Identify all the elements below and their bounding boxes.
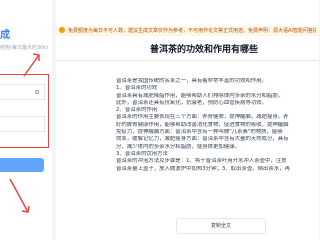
annotation-arrow-up-icon [23, 53, 40, 77]
document-line: 普洱茶的冲泡方法及步骤是：1、将干普洱茶叶用开水冲入茶壶中，注意 [116, 158, 287, 165]
document-line: 免疫力，提神醒脑方面：普洱茶中含有一种叫做"儿茶素"的物质，能够 [116, 129, 283, 136]
document-line: 1、普洱茶的功效 [116, 85, 158, 92]
document-line: 3、普洱茶的饮用方法 [116, 150, 168, 157]
document-line: 普洱茶是我国传统的名茶之一，具有着非常丰富的功效和作用。 [116, 78, 267, 84]
document-line: 普洱茶具有减肥降脂作用，能够帮助人们排除体内多余的水分和脂肪， [116, 92, 284, 99]
generate-button[interactable] [0, 158, 44, 172]
document-line: 普洱茶量上盖子，放入微波炉中加热3分钟；3、取出茶壶，倒出茶水，再 [116, 165, 290, 172]
document-body[interactable]: 普洱茶是我国传统的名茶之一，具有着非常丰富的功效和作用。 1、普洱茶的功效 普洱茶具… [116, 78, 316, 173]
document-line: 此外，普洱茶还具有抗氧化，抗衰老，预防心血管疾病等功效。 [116, 99, 267, 106]
document-line: 分，减少体内的多余水分和脂肪，使身体更加健康。 [116, 143, 240, 150]
warning-icon [59, 27, 65, 33]
document-line: 好的脾胃健康作用，能够帮助改善消化食物，促进食物的吸收，提神醒脑 [116, 121, 289, 128]
document-line: 普洱茶的作用主要表现在三个方面：养胃健脾，提神醒脑，减肥瘦身。养 [116, 114, 289, 121]
annotation-arrow-down-icon [9, 178, 30, 213]
notice-text: 免费额度为每日不可人数，建议生成文章仅作为参考，不可用作论文等正式用途。免费声明… [68, 28, 316, 34]
copy-all-button[interactable]: 复制全文 [176, 218, 266, 234]
notice-bar: 免费额度为每日不可人数，建议生成文章仅作为参考，不可用作论文等正式用途。免费声明… [56, 26, 319, 36]
highlight-box [0, 74, 49, 148]
panel-title: 成 [0, 30, 10, 41]
document-line: 效率，缓解记忆力，减肥瘦身方面：普洱茶中含有大量的天然成分，具有 [116, 136, 289, 143]
divider [56, 60, 319, 61]
document-title: 普洱茶的功效和作用有哪些 [150, 45, 259, 55]
document-line: 2、普洱茶的作用 [116, 107, 158, 114]
